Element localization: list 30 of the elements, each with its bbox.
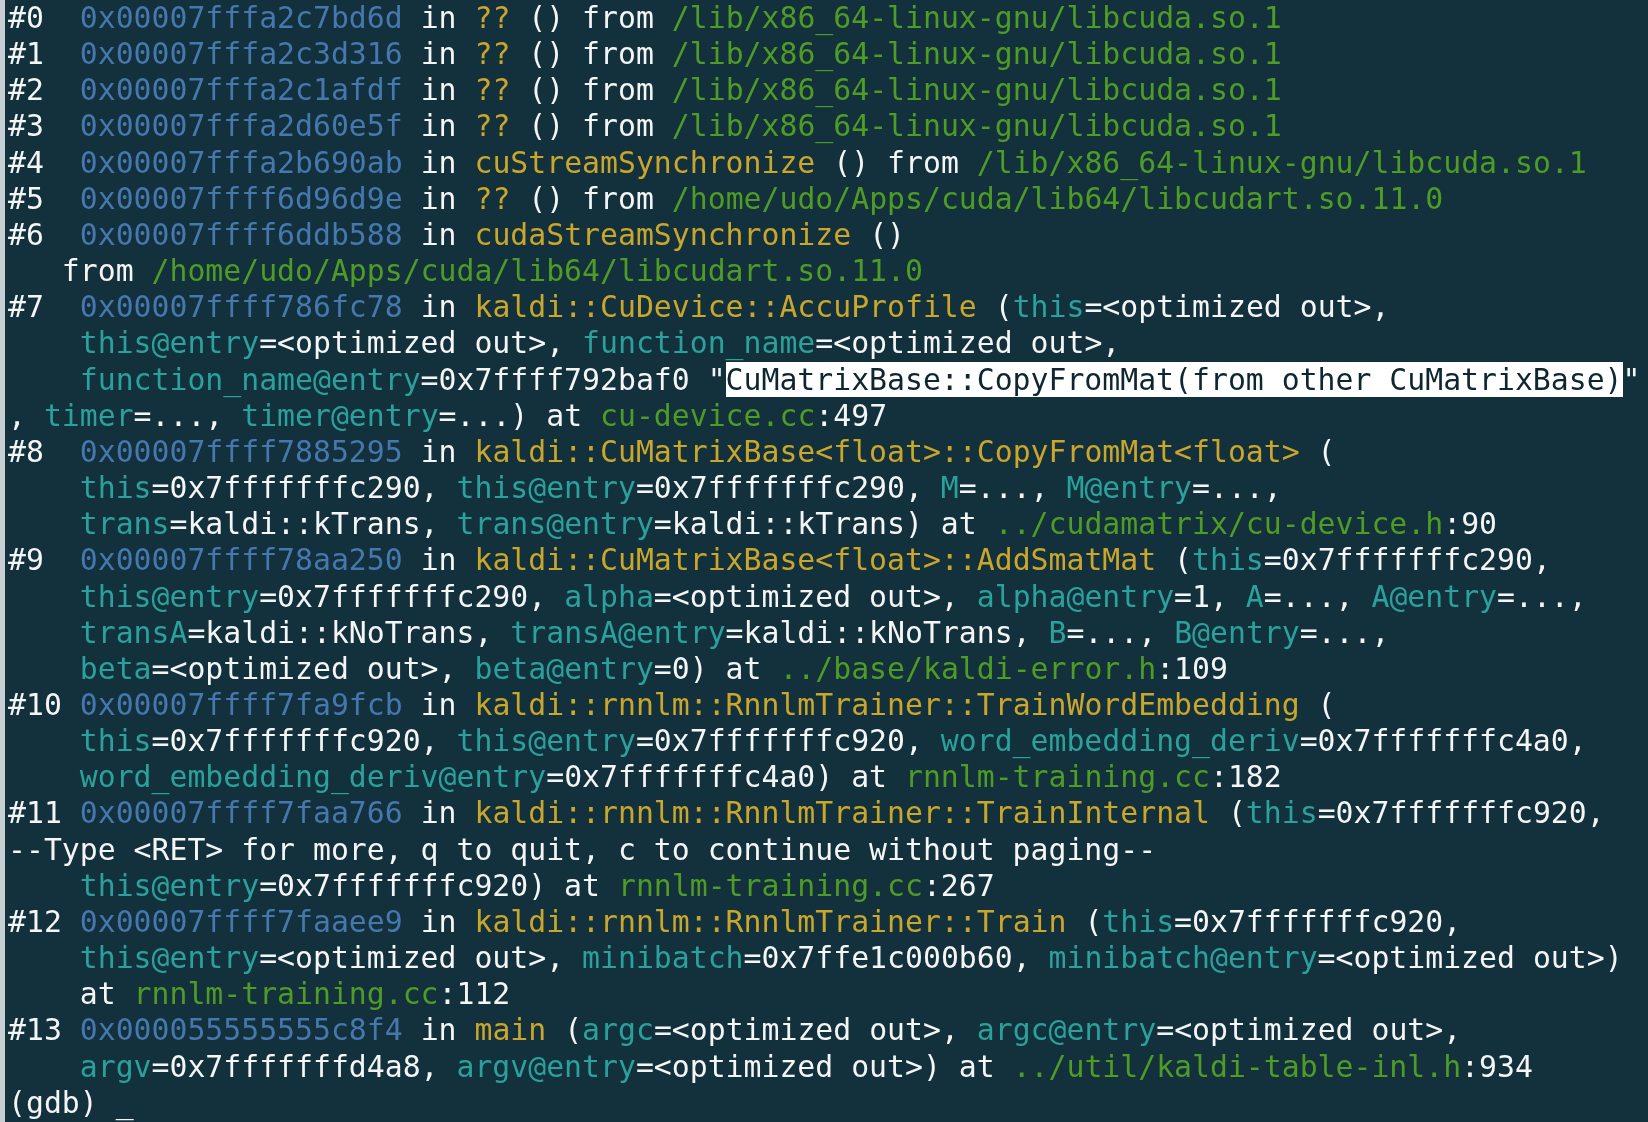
terminal-line: #9 0x00007ffff78aa250 in kaldi::CuMatrixBase<float>::AddSmatMat (this=0x7fffffffc290, (8, 542, 1551, 579)
terminal-line: argv=0x7fffffffd4a8, argv@entry=<optimized out>) at ../util/kaldi-table-inl.h:934 (78, 1048, 1533, 1085)
terminal-line: trans=kaldi::kTrans, trans@entry=kaldi::kTrans) at ../cudamatrix/cu-device.h:90 (78, 506, 1497, 543)
terminal-line: (gdb) _ (8, 1084, 134, 1121)
terminal-line: beta=<optimized out>, beta@entry=0) at ../base/kaldi-error.h:109 (78, 650, 1228, 687)
terminal-line: this@entry=0x7fffffffc920) at rnnlm-training.cc:267 (78, 867, 995, 904)
terminal-line: #2 0x00007fffa2c1afdf in ?? () from /lib/x86_64-linux-gnu/libcuda.so.1 (8, 72, 1282, 109)
terminal-line: transA=kaldi::kNoTrans, transA@entry=kaldi::kNoTrans, B=..., B@entry=..., (78, 614, 1390, 651)
terminal-line: #5 0x00007ffff6d96d9e in ?? () from /home/udo/Apps/cuda/lib64/libcudart.so.11.0 (8, 180, 1444, 217)
terminal-line: #11 0x00007ffff7faa766 in kaldi::rnnlm::RnnlmTrainer::TrainInternal (this=0x7fffffffc920, (8, 795, 1605, 832)
terminal-line: #3 0x00007fffa2d60e5f in ?? () from /lib/x86_64-linux-gnu/libcuda.so.1 (8, 108, 1282, 145)
terminal-line: word_embedding_deriv@entry=0x7fffffffc4a0) at rnnlm-training.cc:182 (78, 759, 1282, 796)
terminal-line: this=0x7fffffffc290, this@entry=0x7fffffffc290, M=..., M@entry=..., (78, 470, 1282, 507)
terminal-line: #1 0x00007fffa2c3d316 in ?? () from /lib/x86_64-linux-gnu/libcuda.so.1 (8, 36, 1282, 73)
terminal-line: --Type <RET> for more, q to quit, c to continue without paging-- (8, 831, 1157, 868)
terminal-line: #7 0x00007ffff786fc78 in kaldi::CuDevice::AccuProfile (this=<optimized out>, (8, 289, 1390, 326)
terminal-line: #4 0x00007fffa2b690ab in cuStreamSynchronize () from /lib/x86_64-linux-gnu/libcuda.so.1 (8, 144, 1587, 181)
terminal-line: #6 0x00007ffff6ddb588 in cudaStreamSynchronize () (8, 216, 905, 254)
terminal-line: #13 0x000055555555c8f4 in main (argc=<optimized out>, argc@entry=<optimized out>, (8, 1012, 1462, 1049)
terminal-line: from /home/udo/Apps/cuda/lib64/libcudart.so.11.0 (60, 253, 923, 290)
terminal-line: , timer=..., timer@entry=...) at cu-device.cc:497 (8, 397, 888, 434)
terminal-line: this@entry=<optimized out>, minibatch=0x7ffe1c000b60, minibatch@entry=<optimized out>) (78, 940, 1623, 977)
terminal-line: this@entry=<optimized out>, function_name=<optimized out>, (78, 325, 1121, 362)
terminal-line: this@entry=0x7fffffffc290, alpha=<optimized out>, alpha@entry=1, A=..., A@entry=..., (78, 578, 1587, 615)
terminal-line: #10 0x00007ffff7fa9fcb in kaldi::rnnlm::RnnlmTrainer::TrainWordEmbedding ( (8, 686, 1336, 724)
terminal-line: #0 0x00007fffa2c7bd6d in ?? () from /lib/x86_64-linux-gnu/libcuda.so.1 (8, 0, 1282, 37)
terminal-line: this=0x7fffffffc920, this@entry=0x7fffffffc920, word_embedding_deriv=0x7fffffffc4a0, (78, 723, 1587, 760)
terminal-line: at rnnlm-training.cc:112 (78, 976, 511, 1013)
terminal-line: #12 0x00007ffff7faaee9 in kaldi::rnnlm::RnnlmTrainer::Train (this=0x7fffffffc920, (8, 903, 1462, 941)
terminal-line: #8 0x00007ffff7885295 in kaldi::CuMatrixBase<float>::CopyFromMat<float> ( (8, 433, 1336, 471)
